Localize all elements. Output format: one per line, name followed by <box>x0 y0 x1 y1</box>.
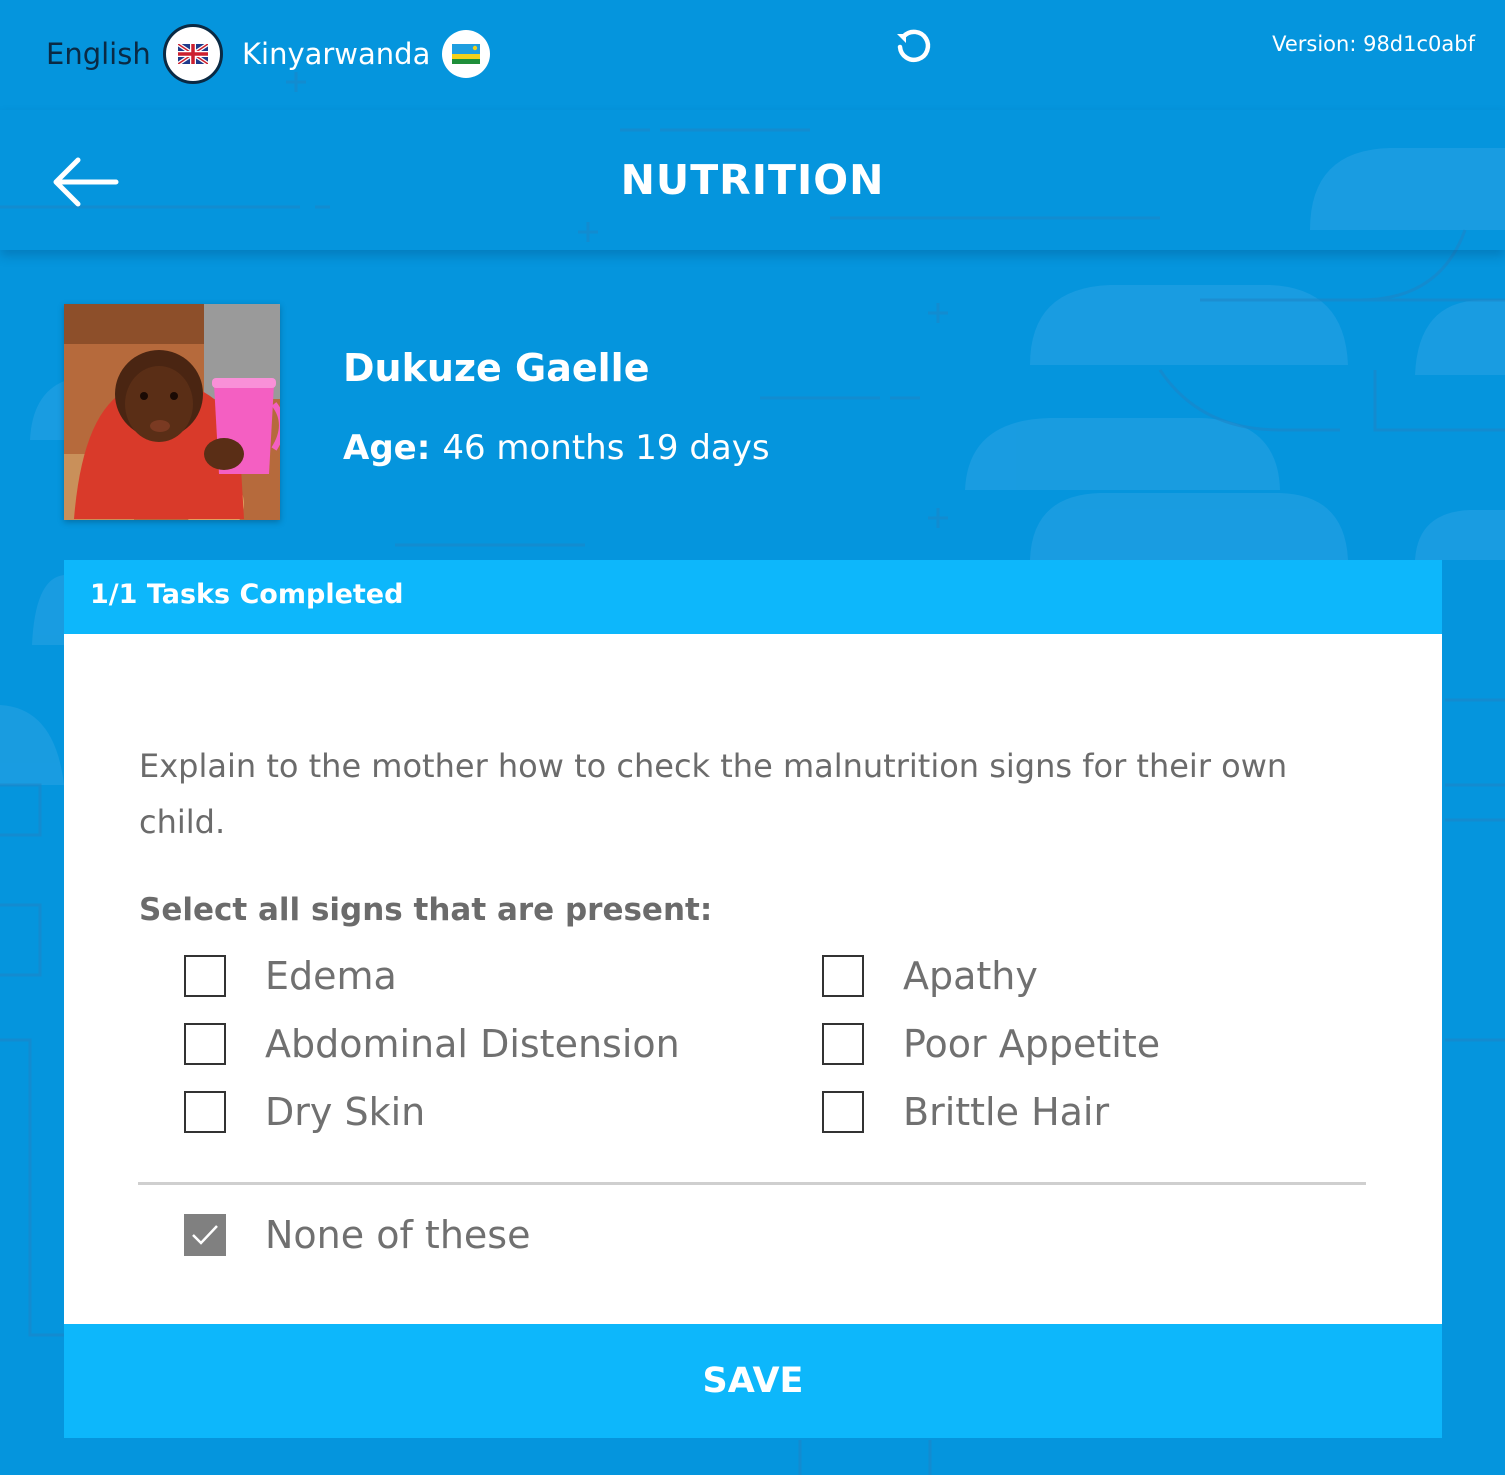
checkbox[interactable] <box>184 1023 226 1065</box>
checkbox[interactable] <box>822 1023 864 1065</box>
checkmark-icon <box>192 1225 218 1245</box>
option-label: Poor Appetite <box>903 1022 1161 1066</box>
option-label: Dry Skin <box>265 1090 426 1134</box>
language-english-label: English <box>46 37 151 71</box>
save-button[interactable]: SAVE <box>64 1324 1442 1438</box>
signs-options: Edema Apathy Abdominal Distension Poor A… <box>184 942 1304 1146</box>
page-title: NUTRITION <box>620 156 885 204</box>
option-apathy[interactable]: Apathy <box>822 942 1304 1010</box>
refresh-icon[interactable] <box>890 22 938 70</box>
option-label: None of these <box>265 1213 531 1257</box>
option-label: Abdominal Distension <box>265 1022 680 1066</box>
option-label: Apathy <box>903 954 1038 998</box>
nav-bar: NUTRITION <box>0 110 1505 250</box>
option-poor-appetite[interactable]: Poor Appetite <box>822 1010 1304 1078</box>
checkbox[interactable] <box>184 1091 226 1133</box>
patient-age: Age: 46 months 19 days <box>343 428 770 468</box>
checkbox[interactable] <box>184 955 226 997</box>
task-card: 1/1 Tasks Completed Explain to the mothe… <box>64 560 1442 1438</box>
version-text: Version: 98d1c0abf <box>1272 32 1475 56</box>
checkbox[interactable] <box>822 1091 864 1133</box>
checkbox-checked[interactable] <box>184 1214 226 1256</box>
language-english-toggle[interactable]: English <box>46 22 223 86</box>
option-label: Brittle Hair <box>903 1090 1110 1134</box>
checkbox[interactable] <box>822 955 864 997</box>
question-label: Select all signs that are present: <box>139 892 713 928</box>
option-none-of-these[interactable]: None of these <box>184 1201 530 1269</box>
patient-avatar <box>64 304 280 520</box>
divider <box>138 1182 1366 1185</box>
tasks-status: 1/1 Tasks Completed <box>64 560 1442 634</box>
uk-flag-icon <box>162 24 223 84</box>
age-value: 46 months 19 days <box>442 428 770 468</box>
age-label: Age: <box>343 428 431 468</box>
instruction-text: Explain to the mother how to check the m… <box>139 747 1288 841</box>
option-dry-skin[interactable]: Dry Skin <box>184 1078 822 1146</box>
option-edema[interactable]: Edema <box>184 942 822 1010</box>
option-brittle-hair[interactable]: Brittle Hair <box>822 1078 1304 1146</box>
patient-name: Dukuze Gaelle <box>343 346 650 390</box>
language-kinyarwanda-label: Kinyarwanda <box>242 37 431 71</box>
language-kinyarwanda-toggle[interactable]: Kinyarwanda <box>242 22 491 86</box>
option-abdominal-distension[interactable]: Abdominal Distension <box>184 1010 822 1078</box>
rwanda-flag-icon <box>442 30 491 78</box>
top-bar: English Kinyarwanda Version: 98d1c0abf <box>0 0 1505 110</box>
option-label: Edema <box>265 954 397 998</box>
